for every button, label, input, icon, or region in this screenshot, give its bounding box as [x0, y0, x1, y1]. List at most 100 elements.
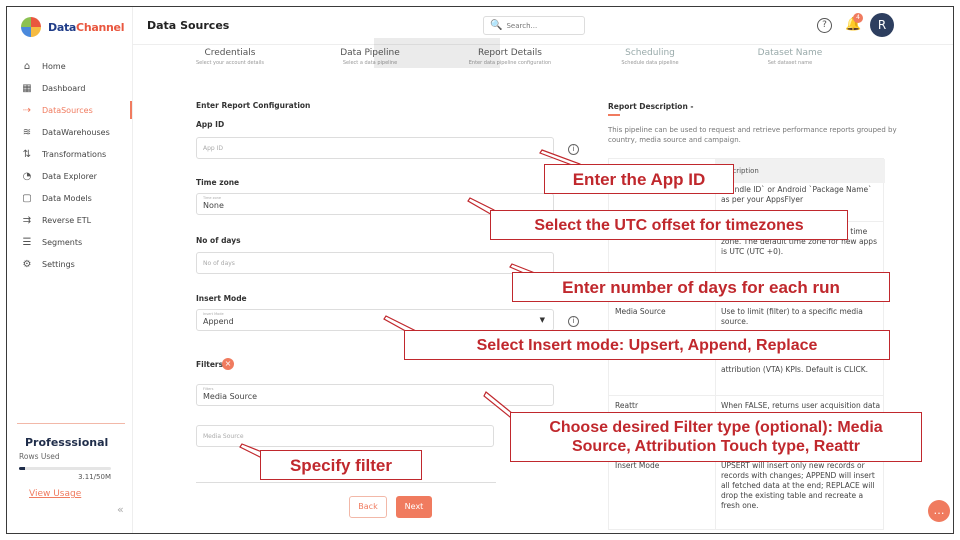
sidebar-item-transformations[interactable]: ⇅ Transformations — [7, 143, 132, 165]
insert-mode-select[interactable]: Insert Mode Append ▼ — [196, 309, 554, 331]
brand[interactable]: DataChannel — [7, 7, 132, 47]
no-of-days-label: No of days — [196, 236, 241, 245]
avatar[interactable]: R — [870, 13, 894, 37]
insert-mode-float-label: Insert Mode — [203, 312, 224, 316]
step-highlight-overlay — [374, 38, 500, 68]
brand-logo-icon — [21, 17, 41, 37]
no-of-days-field[interactable]: No of days — [196, 252, 554, 274]
report-description-title: Report Description - — [608, 102, 694, 111]
next-button[interactable]: Next — [396, 496, 432, 518]
table-row-description: UPSERT will insert only new records or r… — [721, 461, 875, 510]
models-icon: ▢ — [22, 192, 32, 204]
view-usage-link[interactable]: View Usage — [29, 489, 81, 499]
search-box[interactable]: 🔍 — [483, 16, 585, 35]
sidebar-item-datasources[interactable]: ⇢ DataSources — [7, 99, 132, 121]
step-title: Credentials — [204, 48, 256, 58]
sidebar-item-home[interactable]: ⌂ Home — [7, 55, 132, 77]
callout-filter-type: Choose desired Filter type (optional): M… — [510, 412, 922, 462]
sidebar-item-data-models[interactable]: ▢ Data Models — [7, 187, 132, 209]
sidebar-item-segments[interactable]: ☰ Segments — [7, 231, 132, 253]
no-of-days-placeholder: No of days — [203, 260, 235, 267]
filters-label: Filters — [196, 360, 224, 369]
help-icon[interactable]: ? — [817, 18, 832, 33]
callout-insert-mode: Select Insert mode: Upsert, Append, Repl… — [404, 330, 890, 360]
step-credentials[interactable]: Credentials Select your account details — [160, 48, 300, 66]
settings-icon: ⚙ — [22, 258, 32, 270]
usage-count: 3.11/50M — [78, 473, 111, 481]
sidebar-item-label: Transformations — [42, 149, 107, 159]
dashboard-icon: ▦ — [22, 82, 32, 94]
usage-bar-fill — [19, 467, 25, 470]
plan-name: Professsional — [25, 436, 109, 449]
callout-app-id: Enter the App ID — [544, 164, 734, 194]
step-scheduling[interactable]: Scheduling Schedule data pipeline — [580, 48, 720, 66]
sidebar-item-label: Segments — [42, 237, 83, 247]
datasources-icon: ⇢ — [22, 104, 32, 116]
rows-used-label: Rows Used — [19, 452, 60, 461]
table-row-divider — [609, 395, 883, 396]
back-button[interactable]: Back — [349, 496, 387, 518]
search-input[interactable] — [506, 21, 577, 30]
filter-type-value: Media Source — [203, 392, 258, 401]
form-divider — [196, 482, 496, 483]
segments-icon: ☰ — [22, 236, 32, 248]
sidebar-item-label: Reverse ETL — [42, 215, 92, 225]
usage-bar — [19, 467, 111, 470]
callout-specify-filter: Specify filter — [260, 450, 422, 480]
reverse-etl-icon: ⇉ — [22, 214, 32, 226]
callout-filter-type-line1: Choose desired Filter type (optional): M… — [549, 419, 883, 436]
transform-icon: ⇅ — [22, 148, 32, 160]
sidebar-item-label: DataWarehouses — [42, 127, 110, 137]
step-description: Schedule data pipeline — [621, 60, 679, 66]
notification-badge: 4 — [853, 13, 863, 23]
app-id-placeholder: App ID — [203, 145, 224, 152]
app-id-field[interactable]: App ID — [196, 137, 554, 159]
remove-filter-icon[interactable]: × — [222, 358, 234, 370]
sidebar-item-label: Settings — [42, 259, 75, 269]
step-title: Scheduling — [625, 48, 675, 58]
brand-name: DataChannel — [48, 20, 125, 34]
step-title: Dataset Name — [757, 48, 823, 58]
sidebar: DataChannel ⌂ Home ▦ Dashboard ⇢ DataSources ≋… — [7, 7, 133, 533]
plan-card: Professsional Rows Used 3.11/50M View Us… — [17, 423, 125, 515]
app-id-info-icon[interactable]: i — [568, 144, 579, 155]
filter-type-select[interactable]: Filters Media Source — [196, 384, 554, 406]
time-zone-label: Time zone — [196, 178, 240, 187]
home-icon: ⌂ — [23, 60, 31, 72]
search-icon: 🔍 — [490, 20, 503, 31]
time-zone-value: None — [203, 201, 224, 210]
top-header: Data Sources 🔍 ? 🔔 4 R — [133, 7, 953, 45]
insert-mode-label: Insert Mode — [196, 294, 247, 303]
table-row-name: Media Source — [615, 307, 666, 316]
callout-filter-type-line2: Source, Attribution Touch type, Reattr — [571, 438, 860, 455]
form-section-title: Enter Report Configuration — [196, 101, 311, 110]
sidebar-item-settings[interactable]: ⚙ Settings — [7, 253, 132, 275]
insert-mode-info-icon[interactable]: i — [568, 316, 579, 327]
sidebar-item-data-explorer[interactable]: ◔ Data Explorer — [7, 165, 132, 187]
step-description: Set dataset name — [767, 60, 813, 66]
table-row-description: attribution (VTA) KPIs. Default is CLICK… — [721, 365, 869, 374]
step-description: Select your account details — [195, 60, 264, 66]
sidebar-item-label: Data Models — [42, 193, 92, 203]
sidebar-item-label: DataSources — [42, 105, 93, 115]
title-underline — [608, 114, 620, 116]
chevron-down-icon[interactable]: ▼ — [540, 316, 545, 324]
sidebar-item-dashboard[interactable]: ▦ Dashboard — [7, 77, 132, 99]
time-zone-float-label: Time zone — [203, 196, 222, 200]
table-row-name: Insert Mode — [615, 461, 660, 470]
collapse-sidebar-icon[interactable]: « — [117, 503, 124, 516]
filter-type-float-label: Filters — [203, 387, 214, 391]
sidebar-item-datawarehouses[interactable]: ≋ DataWarehouses — [7, 121, 132, 143]
page-title: Data Sources — [147, 19, 230, 32]
table-row-description: Use to limit (filter) to a specific medi… — [721, 307, 863, 326]
table-row-description: `Bundle ID` or Android `Package Name` as… — [721, 185, 872, 204]
explorer-icon: ◔ — [22, 170, 32, 182]
step-dataset-name[interactable]: Dataset Name Set dataset name — [720, 48, 860, 66]
sidebar-item-reverse-etl[interactable]: ⇉ Reverse ETL — [7, 209, 132, 231]
report-description-text: This pipeline can be used to request and… — [608, 126, 897, 144]
sidebar-item-label: Home — [42, 61, 66, 71]
filter-value-field[interactable]: Media Source — [196, 425, 494, 447]
sidebar-nav: ⌂ Home ▦ Dashboard ⇢ DataSources ≋ DataWarehous… — [7, 55, 132, 275]
chat-icon[interactable]: … — [928, 500, 950, 522]
callout-days: Enter number of days for each run — [512, 272, 890, 302]
